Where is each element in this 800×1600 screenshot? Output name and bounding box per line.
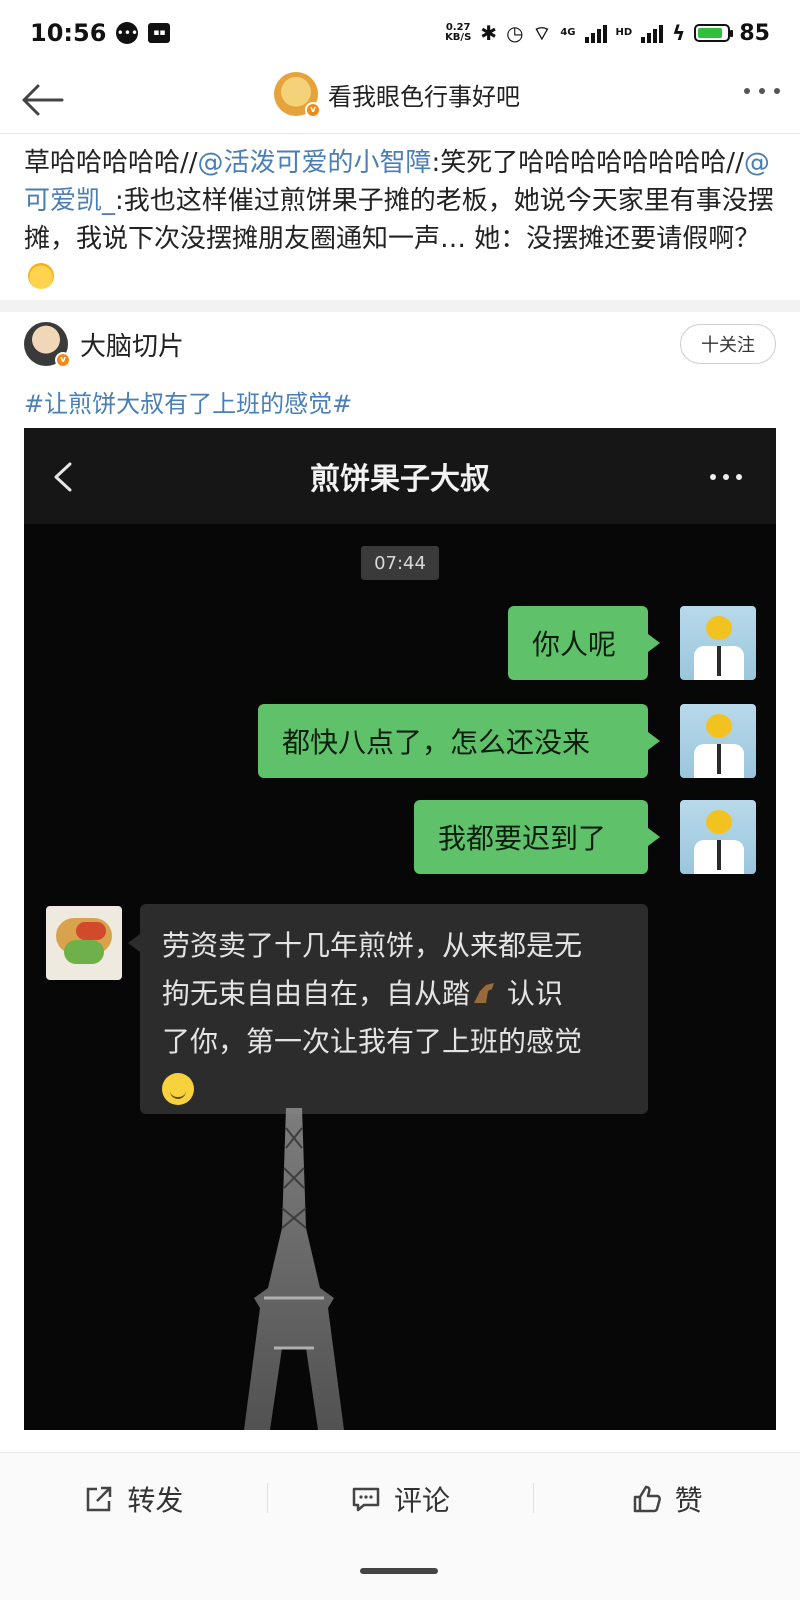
original-author-avatar[interactable]: v — [24, 322, 71, 368]
network-speed-unit: KB/S — [445, 32, 472, 43]
repost-text-part3: :我也这样催过煎饼果子摊的老板，她说今天家里有事没摆摊，我说下次没摆摊朋友圈通知… — [24, 186, 774, 254]
nav-title: 看我眼色行事好吧 — [328, 82, 520, 111]
chat-title: 煎饼果子大叔 — [310, 462, 490, 497]
battery-icon — [694, 24, 734, 42]
eiffel-tower-background — [244, 1108, 344, 1430]
sender-avatar — [680, 800, 756, 874]
chat-reply-line2-text: 拘无束自由自在，自从踏 — [162, 977, 471, 1010]
chat-reply-line2: 拘无束自由自在，自从踏 认识 — [162, 970, 626, 1018]
bluetooth-icon: ✱ — [480, 21, 498, 45]
chat-message-text: 都快八点了，怎么还没来 — [282, 726, 591, 759]
smile-emoji-icon — [162, 1073, 194, 1105]
repost-text: 草哈哈哈哈哈//@活泼可爱的小智障:笑死了哈哈哈哈哈哈哈哈//@可爱凯_:我也这… — [0, 134, 800, 300]
hd-label: HD — [615, 27, 633, 38]
comment-button[interactable]: 评论 — [266, 1453, 534, 1544]
original-post-header: v 大脑切片 十关注 — [0, 318, 800, 382]
follow-button[interactable]: 十关注 — [680, 324, 776, 364]
action-bar: 转发 评论 赞 — [0, 1452, 800, 1544]
comment-label: 评论 — [394, 1483, 451, 1517]
network-speed: 0.27 KB/S — [445, 23, 471, 43]
like-button[interactable]: 赞 — [533, 1453, 800, 1544]
chat-bubble-sent: 都快八点了，怎么还没来 — [258, 704, 660, 778]
status-bar: 10:56 ••• ▪▪ 0.27 KB/S ✱ ◷ ⌔ 4G HD ϟ 85 — [0, 0, 800, 66]
laughing-emoji-icon — [28, 263, 54, 289]
repost-button[interactable]: 转发 — [0, 1453, 267, 1544]
charging-icon: ϟ — [672, 21, 686, 45]
chat-reply-line3: 了你，第一次让我有了上班的感觉 — [162, 1025, 583, 1058]
chat-message-text: 我都要迟到了 — [438, 822, 607, 855]
chat-bubble-received: 劳资卖了十几年煎饼，从来都是无 拘无束自由自在，自从踏 认识 了你，第一次让我有… — [128, 904, 648, 1114]
comment-icon — [352, 1487, 380, 1511]
status-time: 10:56 — [30, 19, 107, 47]
chat-reply-line2-end: 认识 — [506, 977, 563, 1010]
chat-message-text: 你人呢 — [532, 628, 617, 661]
more-options-icon[interactable] — [744, 88, 780, 94]
app-notification-icon: ▪▪ — [148, 23, 171, 43]
repost-text-part1: 草哈哈哈哈哈// — [24, 148, 198, 178]
thumbs-up-icon — [633, 1485, 661, 1512]
verified-badge-icon: v — [55, 352, 71, 368]
horse-emoji-icon — [474, 983, 495, 1003]
alarm-icon: ◷ — [506, 21, 524, 45]
receiver-avatar — [46, 906, 122, 980]
repost-icon — [87, 1486, 112, 1511]
hashtag-link[interactable]: #让煎饼大叔有了上班的感觉# — [24, 384, 352, 419]
chat-reply-line1: 劳资卖了十几年煎饼，从来都是无 — [162, 929, 583, 962]
repost-label: 转发 — [127, 1483, 184, 1517]
chat-bubble-sent: 你人呢 — [508, 606, 660, 680]
network-type-label: 4G — [560, 27, 576, 38]
sender-avatar — [680, 606, 756, 680]
verified-badge-icon: v — [305, 102, 321, 118]
nav-bar: v 看我眼色行事好吧 — [0, 66, 800, 134]
author-avatar[interactable]: v — [274, 72, 321, 118]
chat-more-icon — [710, 474, 742, 480]
chat-bubble-sent: 我都要迟到了 — [414, 800, 660, 874]
chat-back-icon — [54, 462, 72, 492]
original-author-name[interactable]: 大脑切片 — [80, 326, 184, 363]
post-image[interactable]: 煎饼果子大叔 07:44 你人呢 都快八点了，怎么还没来 我都要迟到了 劳资卖了… — [24, 428, 776, 1430]
wifi-icon: ⌔ — [532, 20, 552, 45]
sender-avatar — [680, 704, 756, 778]
like-label: 赞 — [674, 1483, 703, 1517]
message-notification-icon: ••• — [116, 22, 139, 44]
chat-timestamp: 07:44 — [361, 546, 439, 580]
chat-header: 煎饼果子大叔 — [24, 428, 776, 524]
back-arrow-icon[interactable] — [18, 78, 66, 122]
mention-link-1[interactable]: @活泼可爱的小智障 — [198, 148, 432, 178]
nav-author[interactable]: v 看我眼色行事好吧 — [274, 72, 520, 118]
signal-icon — [584, 23, 607, 43]
section-divider — [0, 300, 800, 312]
repost-text-part2: :笑死了哈哈哈哈哈哈哈哈// — [431, 148, 744, 178]
home-indicator[interactable] — [360, 1568, 438, 1574]
signal-icon-2 — [641, 23, 664, 43]
battery-percent: 85 — [739, 20, 770, 46]
status-indicators: 0.27 KB/S ✱ ◷ ⌔ 4G HD ϟ 85 — [445, 21, 770, 46]
